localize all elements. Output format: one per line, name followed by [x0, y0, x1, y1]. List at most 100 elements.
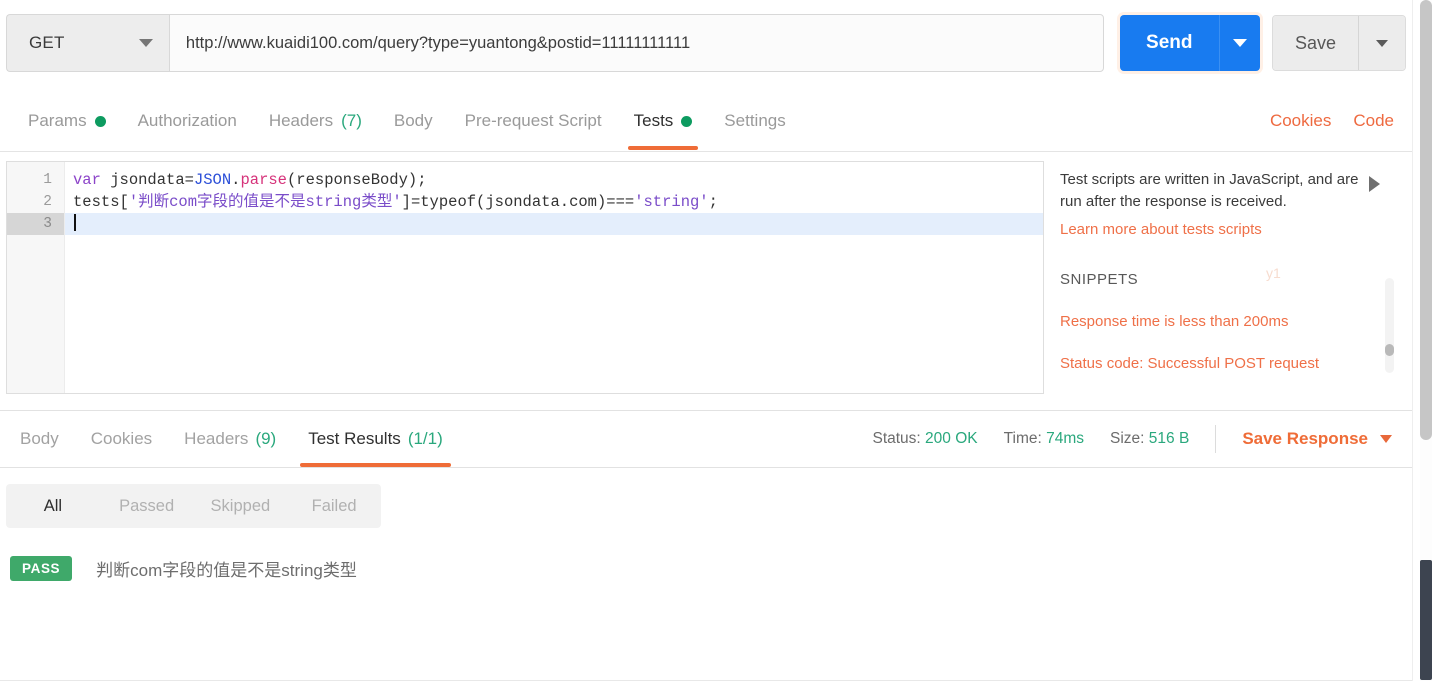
- learn-more-link[interactable]: Learn more about tests scripts: [1060, 219, 1386, 241]
- code-token: tests[: [73, 193, 129, 211]
- tab-label: Pre-request Script: [464, 111, 602, 130]
- play-arrow-icon[interactable]: [1369, 176, 1380, 192]
- snippets-description: Test scripts are written in JavaScript, …: [1060, 171, 1359, 210]
- tab-label: Params: [28, 111, 87, 130]
- code-line[interactable]: [65, 213, 1043, 235]
- page-scrollbar-thumb[interactable]: [1420, 0, 1432, 440]
- filter-passed[interactable]: Passed: [100, 497, 194, 516]
- url-input-wrapper[interactable]: [168, 14, 1104, 72]
- size-label: Size:: [1110, 430, 1145, 447]
- tab-label: Cookies: [90, 429, 153, 448]
- tests-editor-area: 1 2 3 var jsondata=JSON.parse(responseBo…: [0, 153, 1412, 402]
- line-number: 1: [43, 172, 52, 188]
- save-options-button[interactable]: [1358, 16, 1405, 70]
- code-token: (responseBody);: [286, 171, 427, 189]
- filter-all[interactable]: All: [6, 497, 100, 516]
- tab-badge: (1/1): [407, 429, 443, 448]
- divider: [1215, 425, 1217, 453]
- snippets-scrollbar[interactable]: [1385, 278, 1394, 373]
- test-result-name: 判断com字段的值是不是string类型: [96, 561, 357, 580]
- line-number: 2: [43, 194, 52, 210]
- filter-failed[interactable]: Failed: [287, 497, 381, 516]
- tab-label: Tests: [633, 111, 674, 130]
- save-button-group: Save: [1271, 15, 1406, 71]
- test-result-filter-bar: All Passed Skipped Failed: [6, 484, 381, 528]
- text-cursor: [74, 214, 76, 231]
- tab-label: Authorization: [137, 111, 237, 130]
- code-token: var: [73, 171, 111, 189]
- send-button-group: Send: [1119, 15, 1260, 71]
- cookies-link[interactable]: Cookies: [1270, 111, 1331, 131]
- status-badge: PASS: [10, 556, 73, 581]
- time-meta: Time: 74ms: [1004, 430, 1084, 448]
- code-link[interactable]: Code: [1353, 111, 1394, 131]
- tab-body[interactable]: Body: [378, 92, 449, 150]
- tab-badge: (7): [341, 111, 362, 130]
- code-editor[interactable]: 1 2 3 var jsondata=JSON.parse(responseBo…: [6, 161, 1044, 394]
- code-line[interactable]: var jsondata=JSON.parse(responseBody);: [65, 169, 1043, 191]
- tab-label: Body: [20, 429, 59, 448]
- postman-window: GET Send Save Params Authorization: [0, 0, 1436, 681]
- tab-label: Headers: [184, 429, 249, 448]
- response-tab-body[interactable]: Body: [4, 411, 75, 467]
- tab-authorization[interactable]: Authorization: [122, 92, 253, 150]
- tab-params[interactable]: Params: [12, 92, 122, 150]
- code-token: jsondata=: [110, 171, 194, 189]
- status-value: 200 OK: [925, 430, 978, 447]
- url-input[interactable]: [185, 33, 1087, 53]
- request-tab-bar: Params Authorization Headers (7) Body Pr…: [0, 92, 1412, 152]
- save-button[interactable]: Save: [1272, 16, 1359, 70]
- right-rail: [1412, 0, 1436, 681]
- http-method-dropdown[interactable]: GET: [6, 14, 169, 72]
- http-method-value: GET: [29, 33, 65, 52]
- snippets-panel: Test scripts are written in JavaScript, …: [1044, 153, 1412, 402]
- snippet-ghost-fragment: y1: [1266, 265, 1281, 281]
- request-bar-links: Cookies Code: [1270, 92, 1412, 150]
- tab-label: Body: [393, 111, 433, 130]
- code-token: '判断com字段的值是不是string类型': [128, 193, 402, 211]
- code-token: 'string': [634, 193, 709, 211]
- page-scrollbar-thumb-secondary[interactable]: [1420, 560, 1432, 680]
- tab-label: Headers: [268, 111, 334, 130]
- chevron-down-icon: [138, 39, 153, 47]
- status-meta: Status: 200 OK: [872, 430, 977, 448]
- code-token: JSON: [193, 171, 232, 189]
- code-line[interactable]: tests['判断com字段的值是不是string类型']=typeof(jso…: [65, 191, 1043, 213]
- tab-label: Test Results: [308, 429, 401, 448]
- request-url-bar: GET Send Save: [0, 0, 1412, 86]
- filter-skipped[interactable]: Skipped: [194, 497, 288, 516]
- status-label: Status:: [872, 430, 921, 447]
- response-tab-cookies[interactable]: Cookies: [75, 411, 168, 467]
- time-label: Time:: [1003, 430, 1042, 447]
- response-tab-bar: Body Cookies Headers (9) Test Results (1…: [0, 410, 1412, 468]
- snippets-heading: SNIPPETS: [1060, 271, 1139, 288]
- tab-headers[interactable]: Headers (7): [253, 92, 378, 150]
- save-response-label: Save Response: [1242, 429, 1368, 448]
- snippet-response-time[interactable]: Response time is less than 200ms: [1060, 313, 1386, 330]
- response-tab-test-results[interactable]: Test Results (1/1): [292, 411, 459, 467]
- code-token: ;: [708, 193, 718, 211]
- test-result-row: PASS 判断com字段的值是不是string类型: [10, 556, 357, 581]
- time-value: 74ms: [1046, 430, 1085, 447]
- code-token: ]=typeof(jsondata.com)===: [401, 193, 635, 211]
- response-tab-headers[interactable]: Headers (9): [168, 411, 292, 467]
- line-number: 3: [7, 213, 64, 235]
- send-options-button[interactable]: [1218, 15, 1260, 71]
- size-value: 516 B: [1148, 430, 1190, 447]
- modified-dot-icon: [94, 115, 106, 127]
- chevron-down-icon: [1232, 39, 1247, 47]
- tab-tests[interactable]: Tests: [618, 92, 709, 150]
- send-button[interactable]: Send: [1119, 15, 1219, 71]
- code-lines[interactable]: var jsondata=JSON.parse(responseBody); te…: [65, 162, 1043, 393]
- tab-label: Settings: [724, 111, 786, 130]
- tab-pre-request-script[interactable]: Pre-request Script: [449, 92, 618, 150]
- snippet-status-code[interactable]: Status code: Successful POST request: [1060, 355, 1386, 372]
- modified-dot-icon: [681, 115, 693, 127]
- scrollbar-thumb[interactable]: [1385, 344, 1394, 356]
- code-token: parse: [240, 171, 287, 189]
- tab-settings[interactable]: Settings: [708, 92, 801, 150]
- save-response-button[interactable]: Save Response: [1242, 429, 1392, 449]
- size-meta: Size: 516 B: [1110, 430, 1189, 448]
- tab-badge: (9): [255, 429, 277, 448]
- response-meta-group: Status: 200 OK Time: 74ms Size: 516 B Sa…: [872, 411, 1412, 467]
